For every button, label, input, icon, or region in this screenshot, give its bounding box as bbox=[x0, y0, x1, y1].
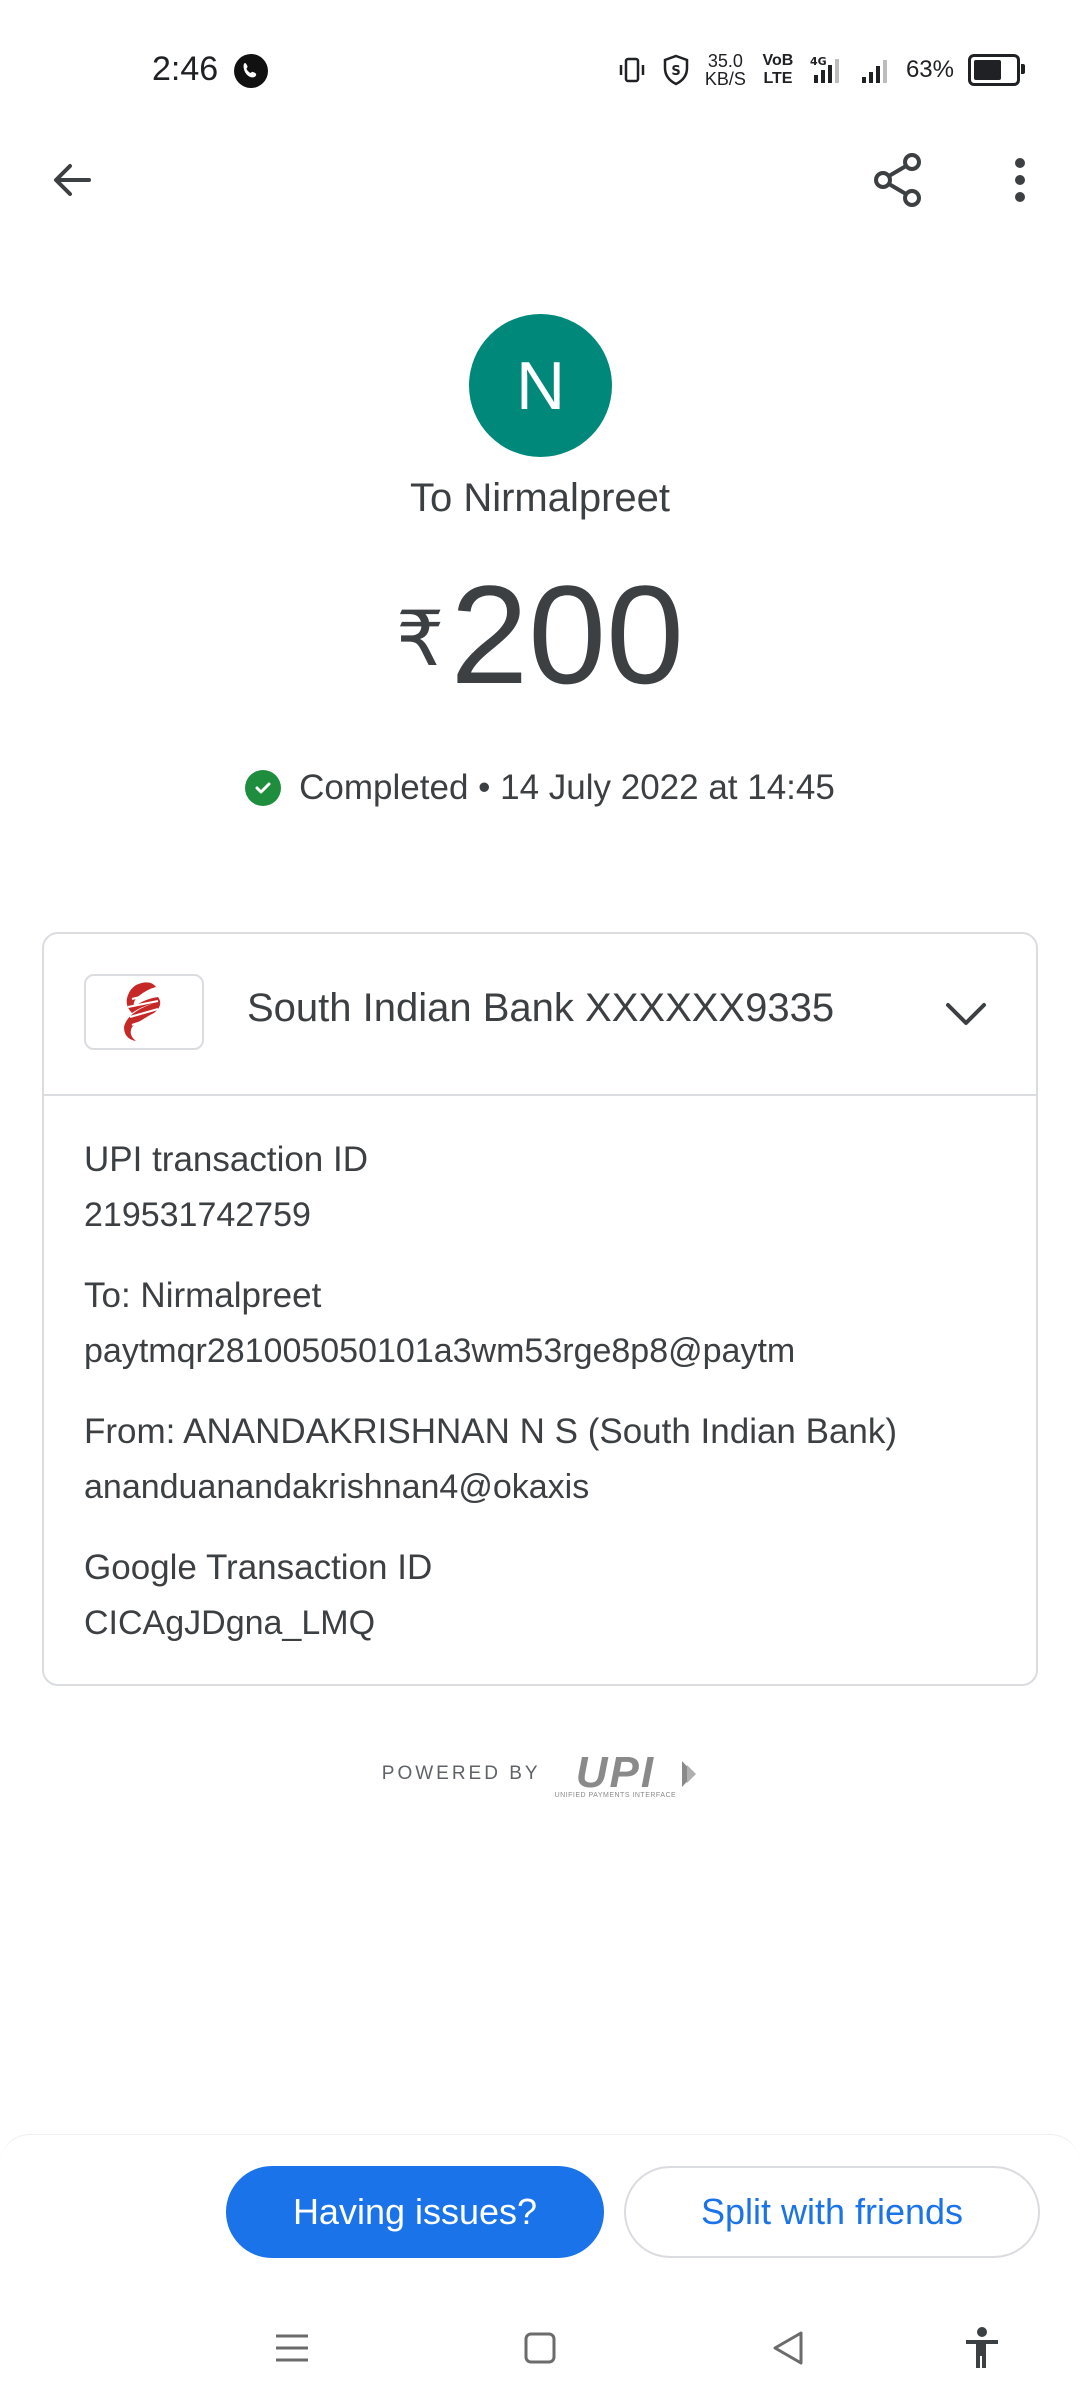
detail-label: Google Transaction ID bbox=[84, 1548, 433, 1587]
back-triangle-icon bbox=[773, 2331, 803, 2365]
transaction-details-card: South Indian Bank XXXXXX9335 UPI transac… bbox=[42, 932, 1038, 1686]
more-options-button[interactable] bbox=[980, 140, 1060, 220]
battery-icon bbox=[968, 54, 1025, 86]
transaction-status: Completed • 14 July 2022 at 14:45 bbox=[0, 768, 1080, 808]
recipient-upi-id: paytmqr281005050101a3wm53rge8p8@paytm bbox=[84, 1332, 796, 1370]
speed-unit: KB/S bbox=[704, 69, 746, 89]
svg-text:4G: 4G bbox=[810, 55, 827, 68]
status-icons: S 35.0 KB/S VoB LTE 4G 63% bbox=[617, 52, 1025, 88]
call-icon bbox=[234, 54, 268, 88]
chevron-down-icon[interactable] bbox=[936, 984, 996, 1044]
having-issues-button[interactable]: Having issues? bbox=[226, 2166, 604, 2258]
bank-account-row[interactable]: South Indian Bank XXXXXX9335 bbox=[44, 934, 1036, 1096]
signal-icon bbox=[860, 55, 892, 85]
svg-text:S: S bbox=[671, 64, 680, 79]
status-time: 2:46 bbox=[152, 50, 219, 88]
shield-icon: S bbox=[661, 54, 691, 86]
upi-logo-text: UPI bbox=[575, 1748, 656, 1797]
detail-label: To: Nirmalpreet bbox=[84, 1276, 322, 1315]
nav-home-button[interactable] bbox=[500, 2308, 580, 2388]
share-button[interactable] bbox=[858, 140, 938, 220]
signal-4g-icon: 4G bbox=[810, 55, 846, 85]
home-square-icon bbox=[524, 2332, 556, 2364]
system-navigation-bar bbox=[0, 2300, 1080, 2400]
detail-label: UPI transaction ID bbox=[84, 1140, 368, 1179]
more-vert-icon bbox=[1015, 158, 1025, 202]
network-speed: 35.0 KB/S bbox=[705, 52, 746, 88]
volte-text: VoB LTE bbox=[762, 52, 794, 87]
recipient-name: To Nirmalpreet bbox=[409, 476, 671, 520]
sender-upi-id: ananduanandakrishnan4@okaxis bbox=[84, 1468, 590, 1506]
menu-icon bbox=[276, 2334, 308, 2362]
status-text: Completed • 14 July 2022 at 14:45 bbox=[299, 768, 835, 807]
google-transaction-id: CICAgJDgna_LMQ bbox=[84, 1604, 376, 1642]
split-with-friends-button[interactable]: Split with friends bbox=[624, 2166, 1040, 2258]
amount: ₹ 200 bbox=[0, 560, 1080, 710]
battery-percent: 63% bbox=[905, 56, 954, 83]
arrow-left-icon bbox=[54, 164, 91, 196]
nav-menu-button[interactable] bbox=[252, 2308, 332, 2388]
bank-account-name: South Indian Bank XXXXXX9335 bbox=[247, 986, 835, 1030]
check-circle-icon bbox=[245, 770, 282, 806]
avatar: N bbox=[469, 314, 612, 457]
share-icon bbox=[874, 153, 921, 207]
nav-back-button[interactable] bbox=[748, 2308, 828, 2388]
upi-transaction-id: 219531742759 bbox=[84, 1196, 311, 1234]
upi-logo: UPI UNIFIED PAYMENTS INTERFACE bbox=[555, 1748, 677, 1799]
upi-arrow-icon bbox=[682, 1760, 697, 1787]
detail-label: From: ANANDAKRISHNAN N S (South Indian B… bbox=[84, 1412, 898, 1451]
amount-value: 200 bbox=[450, 556, 684, 713]
bank-logo bbox=[84, 974, 204, 1050]
accessibility-icon bbox=[966, 2327, 998, 2368]
vibrate-icon bbox=[617, 55, 647, 85]
powered-by-upi: POWERED BY UPI UNIFIED PAYMENTS INTERFAC… bbox=[0, 1748, 1080, 1799]
accessibility-button[interactable] bbox=[942, 2308, 1022, 2388]
volte-indicator: VoB LTE bbox=[760, 52, 796, 88]
speed-value: 35.0 bbox=[707, 51, 743, 71]
powered-by-text: POWERED BY bbox=[381, 1762, 541, 1784]
currency-symbol: ₹ bbox=[396, 597, 445, 682]
back-button[interactable] bbox=[32, 140, 112, 220]
